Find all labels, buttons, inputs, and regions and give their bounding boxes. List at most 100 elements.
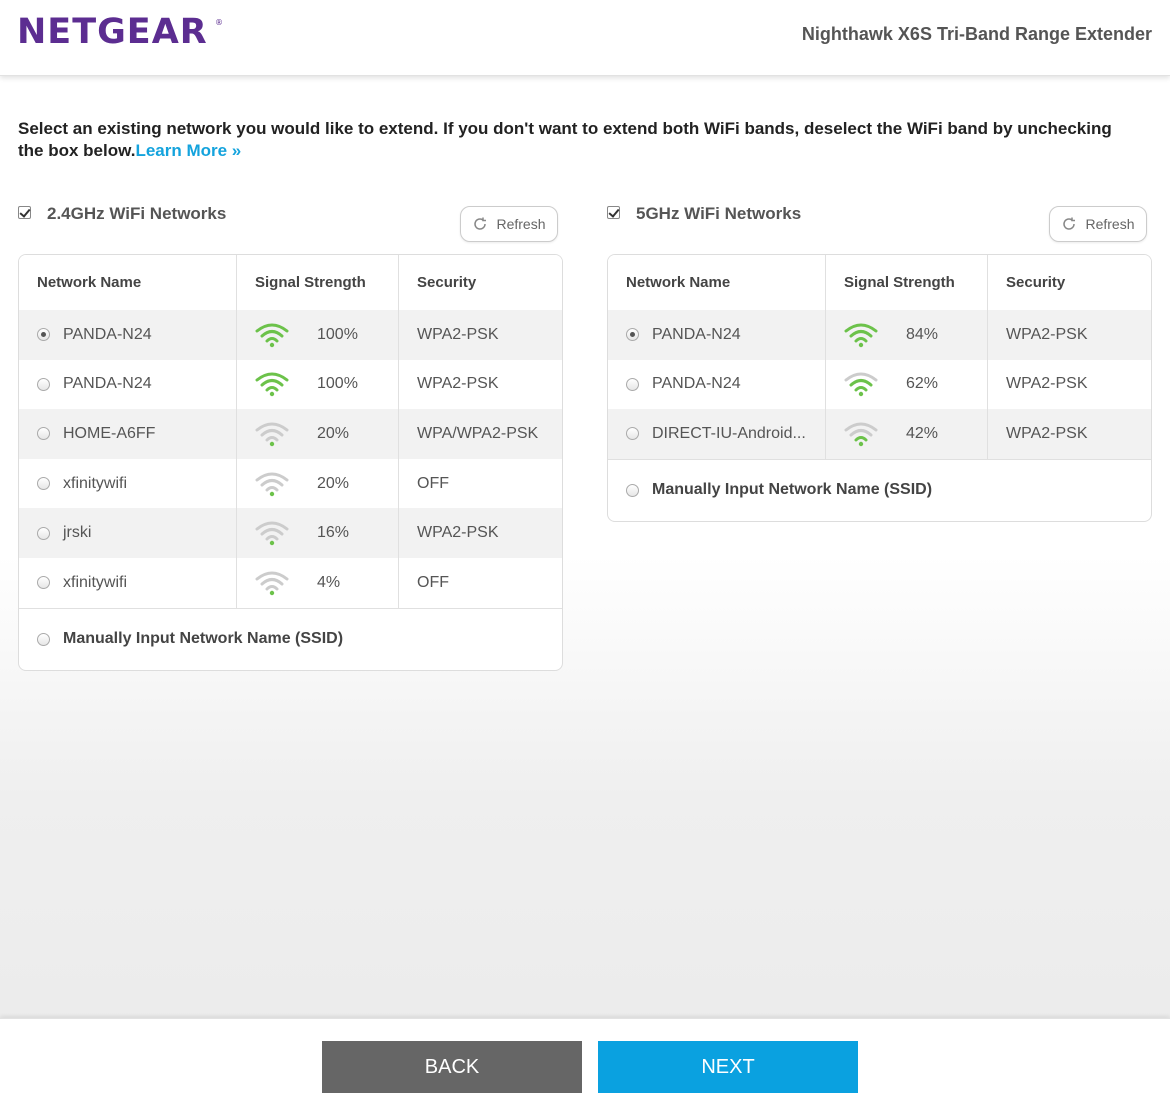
footer-bar: BACK NEXT xyxy=(0,1018,1170,1111)
wifi-signal-icon xyxy=(255,520,289,546)
table-row[interactable]: PANDA-N24 62% WPA2-PSK xyxy=(608,359,1151,410)
refresh-24ghz-button[interactable]: Refresh xyxy=(460,206,558,242)
netgear-logo: NETGEAR xyxy=(17,12,208,52)
network-name: PANDA-N24 xyxy=(63,325,152,343)
network-name-cell: PANDA-N24 xyxy=(608,359,826,410)
table-header: Network Name Signal Strength Security xyxy=(608,255,1151,310)
security-cell: WPA2-PSK xyxy=(1006,375,1088,393)
manual-ssid-radio[interactable] xyxy=(37,632,50,646)
network-radio[interactable] xyxy=(626,377,639,391)
refresh-label: Refresh xyxy=(496,216,546,232)
registered-mark: ® xyxy=(215,18,223,27)
network-radio[interactable] xyxy=(626,328,639,342)
manual-ssid-label: Manually Input Network Name (SSID) xyxy=(63,630,344,648)
table-row[interactable]: DIRECT-IU-Android... 42% WPA2-PSK xyxy=(608,409,1151,459)
wifi-signal-icon xyxy=(255,421,289,447)
network-name-cell: xfinitywifi xyxy=(19,557,237,608)
band-5ghz-checkbox[interactable] xyxy=(607,206,620,219)
next-button[interactable]: NEXT xyxy=(598,1041,858,1093)
signal-strength-cell: 100% xyxy=(237,310,399,360)
network-radio[interactable] xyxy=(37,576,50,590)
refresh-5ghz-button[interactable]: Refresh xyxy=(1049,206,1147,242)
band-24ghz-panel: 2.4GHz WiFi Networks Refresh Network Nam… xyxy=(18,198,563,671)
wifi-signal-icon xyxy=(255,570,289,596)
column-signal-strength: Signal Strength xyxy=(237,255,399,310)
network-radio[interactable] xyxy=(37,328,50,342)
refresh-icon xyxy=(474,217,487,230)
table-row[interactable]: PANDA-N24 100% WPA2-PSK xyxy=(19,310,562,360)
wifi-signal-icon xyxy=(844,371,878,397)
signal-strength-cell: 4% xyxy=(237,557,399,608)
signal-percent: 4% xyxy=(317,573,341,591)
signal-percent: 20% xyxy=(317,424,350,442)
band-24ghz-header: 2.4GHz WiFi Networks Refresh xyxy=(18,198,563,254)
table-row[interactable]: PANDA-N24 84% WPA2-PSK xyxy=(608,310,1151,360)
band-24ghz-title: 2.4GHz WiFi Networks xyxy=(47,204,227,223)
refresh-label: Refresh xyxy=(1085,216,1135,232)
network-radio[interactable] xyxy=(37,526,50,540)
network-name-cell: xfinitywifi xyxy=(19,458,237,509)
wifi-signal-icon xyxy=(255,471,289,497)
security-cell: WPA2-PSK xyxy=(1006,325,1088,343)
signal-strength-cell: 100% xyxy=(237,359,399,410)
signal-percent: 100% xyxy=(317,375,358,393)
networks-5ghz-rows: PANDA-N24 84% WPA2-PSK PANDA-N24 62% WPA2-PSK… xyxy=(608,310,1151,459)
signal-strength-cell: 62% xyxy=(826,359,988,410)
security-cell: WPA/WPA2-PSK xyxy=(417,424,539,442)
network-name: PANDA-N24 xyxy=(652,325,741,343)
table-header: Network Name Signal Strength Security xyxy=(19,255,562,310)
network-radio[interactable] xyxy=(37,477,50,491)
wifi-signal-icon xyxy=(844,322,878,348)
intro-text: Select an existing network you would lik… xyxy=(18,118,1138,162)
network-name: DIRECT-IU-Android... xyxy=(652,424,806,442)
manual-ssid-5ghz-option[interactable]: Manually Input Network Name (SSID) xyxy=(608,458,1151,521)
product-name: Nighthawk X6S Tri-Band Range Extender xyxy=(801,24,1152,44)
networks-24ghz-rows: PANDA-N24 100% WPA2-PSK PANDA-N24 100% WPA2-P… xyxy=(19,310,562,608)
table-row[interactable]: HOME-A6FF 20% WPA/WPA2-PSK xyxy=(19,409,562,459)
manual-ssid-label: Manually Input Network Name (SSID) xyxy=(652,481,933,499)
signal-strength-cell: 42% xyxy=(826,409,988,459)
back-button[interactable]: BACK xyxy=(322,1041,582,1093)
security-cell: WPA2-PSK xyxy=(417,325,499,343)
networks-5ghz-table: Network Name Signal Strength Security PA… xyxy=(607,254,1152,522)
learn-more-link[interactable]: Learn More » xyxy=(135,141,241,160)
signal-strength-cell: 16% xyxy=(237,508,399,558)
signal-percent: 100% xyxy=(317,325,358,343)
table-row[interactable]: xfinitywifi 4% OFF xyxy=(19,557,562,608)
network-name: xfinitywifi xyxy=(63,474,128,492)
network-name: xfinitywifi xyxy=(63,573,128,591)
band-24ghz-checkbox[interactable] xyxy=(18,206,31,219)
network-name-cell: HOME-A6FF xyxy=(19,409,237,459)
table-row[interactable]: xfinitywifi 20% OFF xyxy=(19,458,562,509)
security-cell: OFF xyxy=(417,573,449,591)
column-security: Security xyxy=(1006,274,1066,291)
network-radio[interactable] xyxy=(626,427,639,441)
manual-ssid-24ghz-option[interactable]: Manually Input Network Name (SSID) xyxy=(19,607,562,670)
wifi-signal-icon xyxy=(255,322,289,348)
column-security: Security xyxy=(417,274,477,291)
network-radio[interactable] xyxy=(37,427,50,441)
table-row[interactable]: jrski 16% WPA2-PSK xyxy=(19,508,562,558)
signal-percent: 62% xyxy=(906,375,939,393)
band-5ghz-panel: 5GHz WiFi Networks Refresh Network Name … xyxy=(607,198,1152,522)
wifi-signal-icon xyxy=(255,371,289,397)
network-name-cell: jrski xyxy=(19,508,237,558)
signal-percent: 42% xyxy=(906,424,939,442)
column-network-name: Network Name xyxy=(19,255,237,310)
wifi-signal-icon xyxy=(844,421,878,447)
signal-percent: 16% xyxy=(317,524,350,542)
network-name-cell: DIRECT-IU-Android... xyxy=(608,409,826,459)
column-network-name: Network Name xyxy=(608,255,826,310)
band-5ghz-title: 5GHz WiFi Networks xyxy=(636,204,802,223)
signal-strength-cell: 84% xyxy=(826,310,988,360)
network-name-cell: PANDA-N24 xyxy=(608,310,826,360)
signal-percent: 20% xyxy=(317,474,350,492)
manual-ssid-radio[interactable] xyxy=(626,483,639,497)
network-name-cell: PANDA-N24 xyxy=(19,310,237,360)
network-name-cell: PANDA-N24 xyxy=(19,359,237,410)
security-cell: WPA2-PSK xyxy=(1006,424,1088,442)
table-row[interactable]: PANDA-N24 100% WPA2-PSK xyxy=(19,359,562,410)
networks-24ghz-table: Network Name Signal Strength Security PA… xyxy=(18,254,563,671)
column-signal-strength: Signal Strength xyxy=(826,255,988,310)
network-radio[interactable] xyxy=(37,377,50,391)
